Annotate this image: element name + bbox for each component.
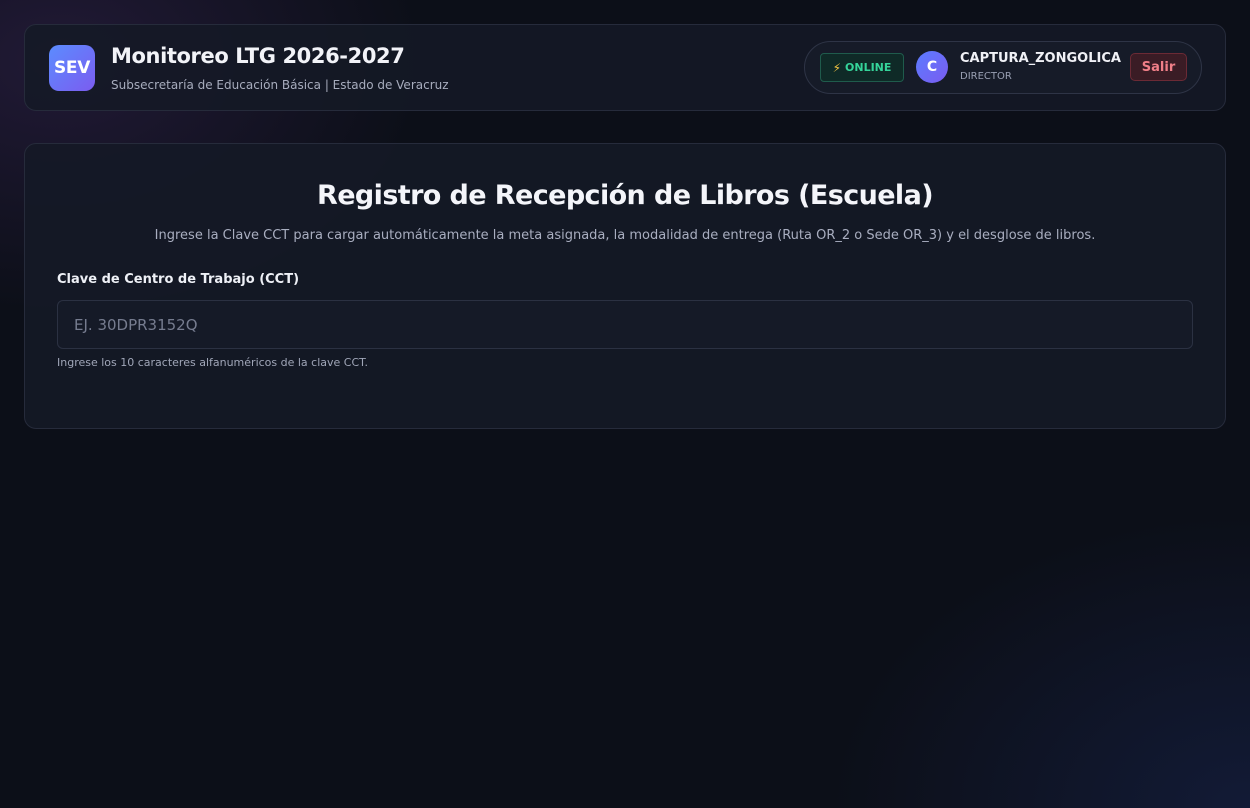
user-role: DIRECTOR xyxy=(960,71,1012,82)
book-reception-form: Registro de Recepción de Libros (Escuela… xyxy=(24,143,1226,429)
app-header: SEV Monitoreo LTG 2026-2027 Subsecretarí… xyxy=(24,24,1226,111)
user-name: CAPTURA_ZONGOLICA xyxy=(960,51,1121,66)
app-subtitle: Subsecretaría de Educación Básica | Esta… xyxy=(111,78,449,92)
cct-field-label: Clave de Centro de Trabajo (CCT) xyxy=(57,272,300,287)
cct-field-hint: Ingrese los 10 caracteres alfanuméricos … xyxy=(57,356,369,369)
app-title: Monitoreo LTG 2026-2027 xyxy=(111,44,405,68)
status-label: ONLINE xyxy=(845,61,892,74)
cct-input[interactable] xyxy=(57,300,1193,349)
form-description: Ingrese la Clave CCT para cargar automát… xyxy=(154,228,1096,243)
form-title: Registro de Recepción de Libros (Escuela… xyxy=(317,180,934,211)
sev-logo: SEV xyxy=(49,45,95,91)
logout-button[interactable]: Salir xyxy=(1130,53,1187,81)
status-badge: ⚡ ONLINE xyxy=(820,53,904,82)
user-panel: ⚡ ONLINE C CAPTURA_ZONGOLICA DIRECTOR Sa… xyxy=(804,41,1202,94)
lightning-icon: ⚡ xyxy=(832,60,842,75)
avatar: C xyxy=(916,51,948,83)
